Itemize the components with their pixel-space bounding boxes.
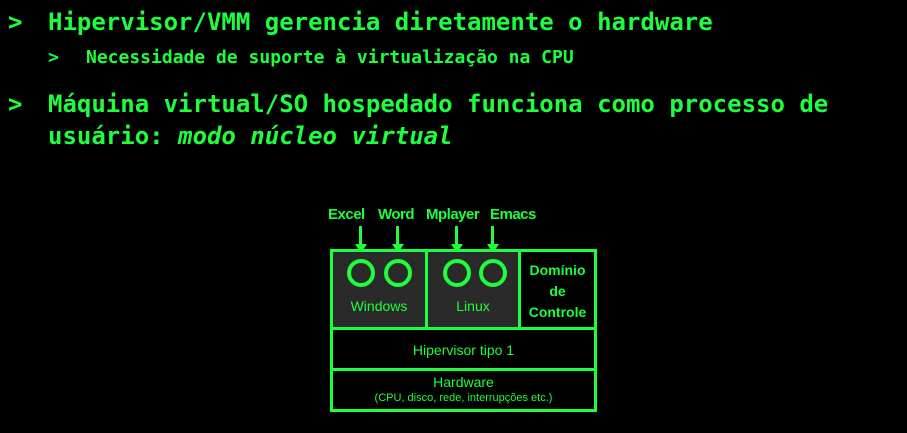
process-circle-mplayer [443, 259, 471, 287]
hardware-title: Hardware [433, 374, 494, 390]
vm-linux-label: Linux [456, 298, 490, 314]
app-label-emacs: Emacs [490, 206, 536, 223]
app-label-word: Word [378, 206, 415, 223]
arrow-excel-shaft [359, 226, 362, 246]
hardware-layer: Hardware (CPU, disco, rede, interrupções… [330, 368, 597, 412]
hypervisor-diagram: Excel Word Mplayer Emacs Windows Linux D… [0, 0, 907, 433]
arrow-mplayer-shaft [455, 226, 458, 246]
hypervisor-label: Hipervisor tipo 1 [412, 342, 515, 358]
arrow-emacs-shaft [491, 226, 494, 246]
app-label-mplayer: Mplayer [426, 206, 480, 223]
process-circle-excel [347, 259, 375, 287]
vm-windows-box: Windows [330, 249, 428, 330]
arrow-word-shaft [396, 226, 399, 246]
process-circle-word [384, 259, 412, 287]
hardware-detail: (CPU, disco, rede, interrupções etc.) [374, 392, 553, 404]
hypervisor-layer: Hipervisor tipo 1 [330, 327, 597, 371]
vm-linux-box: Linux [425, 249, 521, 330]
control-domain-line3: Controle [528, 304, 587, 320]
control-domain-box: Domínio de Controle [518, 249, 597, 330]
control-domain-line2: de [549, 283, 566, 299]
app-label-excel: Excel [328, 206, 365, 223]
control-domain-line1: Domínio [529, 262, 586, 278]
vm-windows-label: Windows [350, 298, 408, 314]
process-circle-emacs [479, 259, 507, 287]
